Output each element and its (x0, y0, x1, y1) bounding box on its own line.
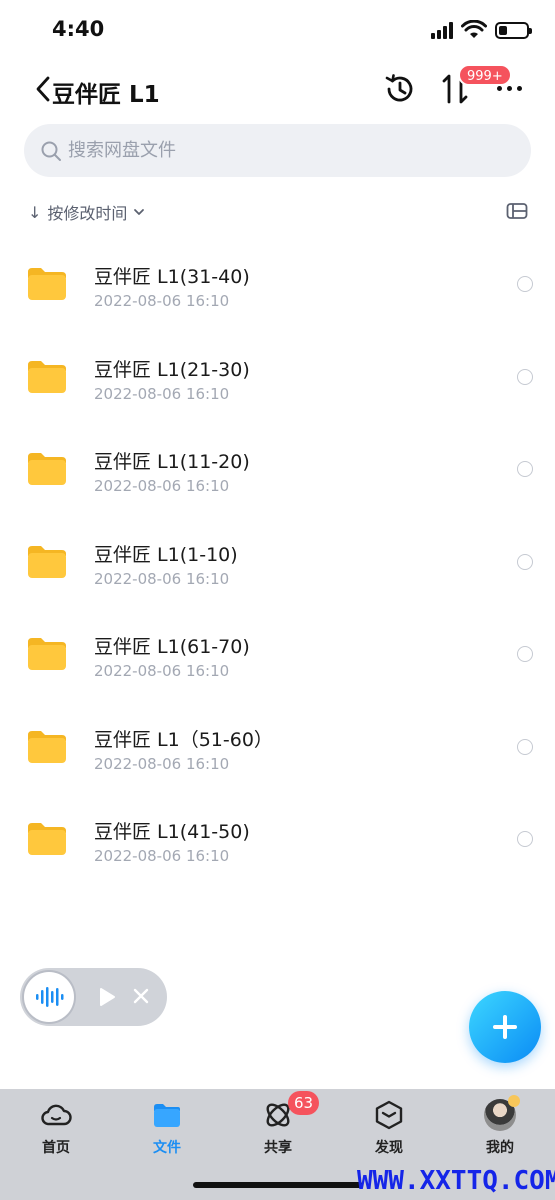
list-item[interactable]: 豆伴匠 L1(11-20) 2022-08-06 16:10 (0, 423, 555, 516)
file-name: 豆伴匠 L1(21-30) (94, 358, 250, 381)
file-name: 豆伴匠 L1(1-10) (94, 543, 238, 566)
tab-home[interactable]: 首页 (6, 1099, 106, 1169)
file-time: 2022-08-06 16:10 (94, 847, 230, 865)
view-toggle-icon[interactable] (506, 202, 528, 220)
battery-icon (495, 21, 532, 39)
tab-label: 首页 (42, 1140, 70, 1156)
select-checkbox[interactable] (517, 831, 533, 847)
tab-discover[interactable]: 发现 (339, 1099, 439, 1169)
file-name: 豆伴匠 L1(61-70) (94, 636, 250, 658)
tab-share[interactable]: 共享 63 (228, 1091, 328, 1169)
tab-label: 文件 (153, 1140, 181, 1156)
select-checkbox[interactable] (517, 553, 533, 570)
add-button[interactable] (469, 991, 541, 1063)
tab-label: 我的 (486, 1140, 514, 1156)
folder-icon (28, 638, 66, 670)
select-checkbox[interactable] (517, 461, 533, 477)
file-time: 2022-08-06 16:10 (94, 662, 230, 680)
folder-icon (28, 730, 66, 763)
tab-files[interactable]: 文件 (117, 1099, 217, 1169)
chevron-down-icon (134, 209, 145, 215)
file-time: 2022-08-06 16:10 (94, 477, 230, 495)
sort-label: 按修改时间 (47, 204, 128, 223)
play-icon[interactable] (98, 987, 116, 1007)
list-item[interactable]: 豆伴匠 L1（51-60） 2022-08-06 16:10 (0, 701, 555, 794)
cloud-icon (41, 1104, 72, 1126)
notification-badge: 63 (288, 1091, 320, 1115)
transfer-badge: 999+ (458, 64, 512, 86)
more-icon[interactable] (497, 86, 522, 91)
search-bar (24, 124, 531, 177)
folder-icon (28, 545, 66, 578)
folder-icon (28, 823, 66, 855)
file-name: 豆伴匠 L1(41-50) (94, 821, 250, 843)
folder-icon (28, 268, 66, 300)
list-item[interactable]: 豆伴匠 L1(1-10) 2022-08-06 16:10 (0, 516, 555, 609)
folder-icon (28, 453, 66, 485)
nav-bar: 豆伴匠 L1 999+ (0, 60, 555, 118)
status-icons (431, 20, 532, 40)
close-icon[interactable] (132, 987, 150, 1005)
sort-control[interactable]: ↓ 按修改时间 (28, 200, 145, 224)
sort-row: ↓ 按修改时间 (0, 196, 555, 230)
tab-profile[interactable]: 我的 (450, 1095, 550, 1169)
wifi-icon (461, 20, 487, 38)
file-time: 2022-08-06 16:10 (94, 754, 230, 773)
file-time: 2022-08-06 16:10 (94, 292, 230, 310)
page-title: 豆伴匠 L1 (52, 82, 160, 108)
file-name: 豆伴匠 L1（51-60） (94, 728, 273, 751)
file-name: 豆伴匠 L1(31-40) (94, 266, 250, 288)
cube-icon (375, 1100, 403, 1130)
back-button[interactable] (32, 74, 54, 104)
sort-arrow-icon: ↓ (28, 202, 42, 222)
select-checkbox[interactable] (517, 368, 533, 385)
select-checkbox[interactable] (517, 646, 533, 662)
select-checkbox[interactable] (517, 738, 533, 755)
file-name: 豆伴匠 L1(11-20) (94, 451, 250, 473)
search-input[interactable] (68, 124, 508, 177)
status-bar: 4:40 (0, 0, 555, 60)
status-time: 4:40 (52, 17, 105, 41)
file-list: 豆伴匠 L1(31-40) 2022-08-06 16:10 豆伴匠 L1(21… (0, 238, 555, 886)
file-time: 2022-08-06 16:10 (94, 569, 230, 588)
select-checkbox[interactable] (517, 276, 533, 292)
list-item[interactable]: 豆伴匠 L1(61-70) 2022-08-06 16:10 (0, 608, 555, 701)
list-item[interactable]: 豆伴匠 L1(41-50) 2022-08-06 16:10 (0, 793, 555, 886)
audio-wave-icon (36, 987, 64, 1007)
folder-icon (28, 360, 66, 393)
tab-label: 共享 (264, 1140, 292, 1156)
tab-label: 发现 (375, 1140, 403, 1156)
search-icon (41, 141, 61, 161)
voice-player (20, 968, 167, 1026)
voice-button[interactable] (24, 972, 74, 1022)
home-indicator (193, 1182, 363, 1188)
avatar (484, 1095, 520, 1131)
list-item[interactable]: 豆伴匠 L1(31-40) 2022-08-06 16:10 (0, 238, 555, 331)
list-item[interactable]: 豆伴匠 L1(21-30) 2022-08-06 16:10 (0, 331, 555, 424)
file-time: 2022-08-06 16:10 (94, 384, 230, 403)
folder-icon (154, 1104, 180, 1127)
history-icon[interactable] (383, 72, 417, 106)
signal-icon (431, 21, 453, 39)
watermark: WWW.XXTTQ.COM (357, 1166, 555, 1196)
